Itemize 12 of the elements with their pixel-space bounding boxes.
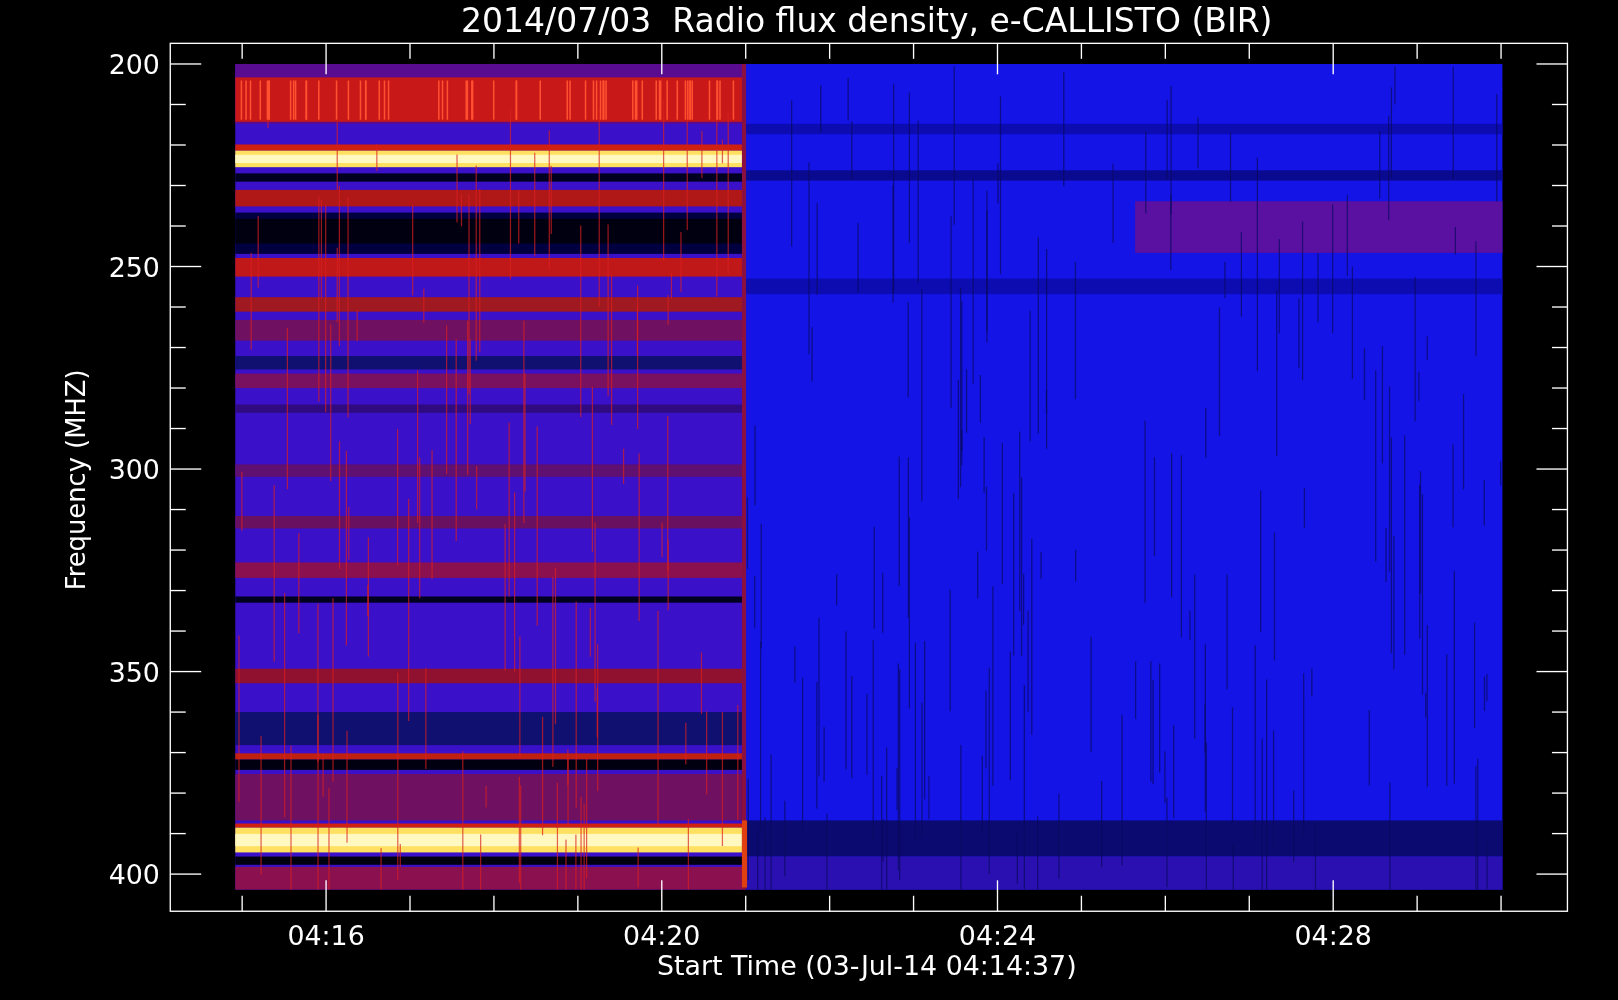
chart-title: 2014/07/03 Radio flux density, e-CALLISTO (BIR) bbox=[461, 1, 1273, 40]
axis-label: Start Time (03-Jul-14 04:14:37) bbox=[656, 950, 1077, 982]
tick-label: 300 bbox=[108, 454, 160, 486]
tick-label: 200 bbox=[108, 49, 160, 81]
tick-label: 04:16 bbox=[287, 920, 365, 952]
tick-label: 350 bbox=[108, 656, 160, 688]
tick-label: 400 bbox=[108, 859, 160, 891]
tick-label: 04:28 bbox=[1294, 920, 1372, 952]
tick-label: 04:24 bbox=[958, 920, 1037, 952]
axis-label: Frequency (MHZ) bbox=[60, 369, 91, 591]
tick-label: 04:20 bbox=[623, 920, 701, 952]
tick-label: 250 bbox=[108, 251, 160, 283]
